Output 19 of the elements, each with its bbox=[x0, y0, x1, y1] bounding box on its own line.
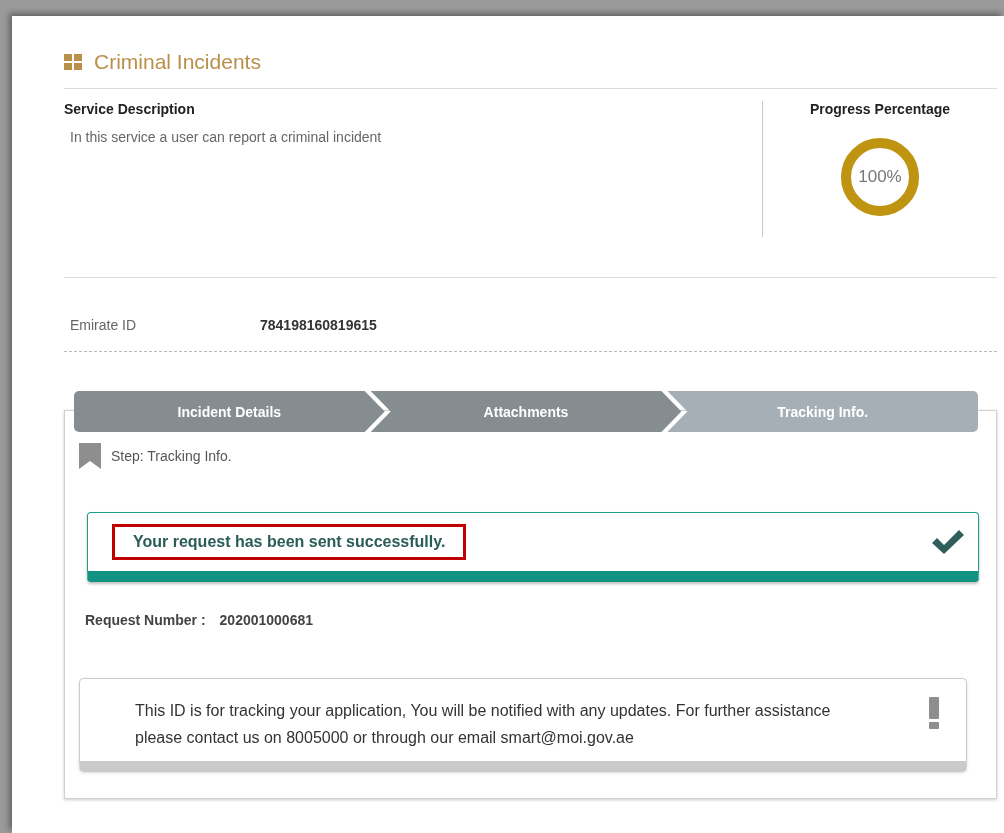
success-message: Your request has been sent successfully. bbox=[112, 524, 467, 560]
section-heading: Service Description bbox=[64, 101, 196, 117]
exclamation-icon bbox=[928, 697, 940, 729]
bookmark-icon bbox=[79, 443, 101, 469]
step-tab[interactable]: Tracking Info. bbox=[667, 391, 978, 432]
progress-heading: Progress Percentage bbox=[809, 101, 951, 117]
page-title: Criminal Incidents bbox=[94, 50, 261, 74]
service-description: In this service a user can report a criminal incident bbox=[69, 129, 383, 145]
field-label: Emirate ID bbox=[70, 316, 138, 333]
check-icon bbox=[930, 528, 966, 556]
step-tab[interactable]: Incident Details bbox=[74, 391, 385, 432]
grid-icon bbox=[64, 54, 82, 70]
request-label: Request Number : bbox=[85, 612, 206, 628]
request-number: 202001000681 bbox=[219, 612, 313, 628]
progress-reading: 100% bbox=[857, 166, 903, 188]
current-step: Step: Tracking Info. bbox=[111, 448, 232, 464]
step-tab[interactable]: Attachments bbox=[370, 391, 682, 432]
field-value: 784198160819615 bbox=[260, 316, 377, 333]
notice-text: This ID is for tracking your application, You will be notified with any updates. For further assistance please contact us on 8005000 or through our email smart@moi.gov.ae bbox=[135, 701, 832, 748]
